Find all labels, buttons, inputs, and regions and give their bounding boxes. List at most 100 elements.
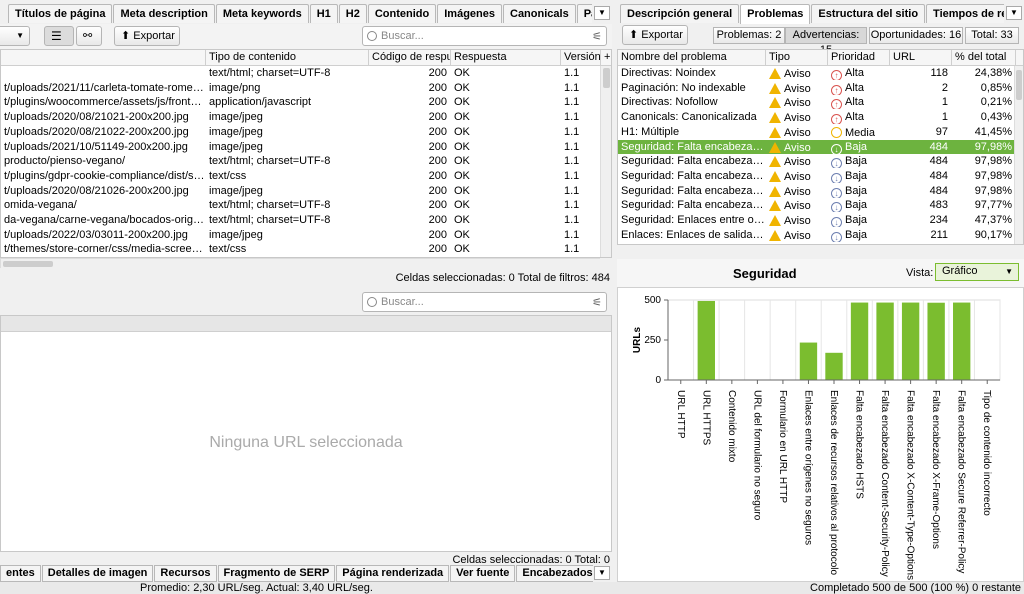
filter-settings-icon[interactable]: ⚟ (592, 30, 602, 43)
tab-right-2[interactable]: Estructura del sitio (811, 4, 926, 23)
tab-left-6[interactable]: Imágenes (437, 4, 502, 23)
table-row[interactable]: producto/pienso-vegano/text/html; charse… (1, 154, 611, 169)
tab-left-1[interactable]: Meta description (113, 4, 215, 23)
cell-resp: OK (454, 243, 470, 256)
table-row[interactable]: t/plugins/woocommerce/assets/js/frontend… (1, 95, 611, 110)
filter-settings-icon[interactable]: ⚟ (592, 296, 602, 309)
cell-code: 200 (428, 140, 447, 153)
issue-row[interactable]: Seguridad: Falta encabezado X... Aviso ↓Ba… (618, 169, 1023, 184)
issues-export-button[interactable]: ⬆ Exportar (622, 25, 688, 45)
filter-dropdown[interactable]: ▼ (0, 26, 30, 46)
col-status-code[interactable]: Código de respu... (369, 50, 451, 66)
table-row[interactable]: t/uploads/2020/08/21026-200x200.jpg image… (1, 184, 611, 199)
table-row[interactable]: t/uploads/2020/08/21021-200x200.jpg image… (1, 110, 611, 125)
tab-left-0[interactable]: Títulos de página (8, 4, 113, 23)
issue-row[interactable]: Directivas: Noindex Aviso ↑ Alta 118 24,38% (618, 66, 1023, 81)
right-tabs-overflow-button[interactable]: ▼ (1006, 6, 1022, 20)
bar (901, 302, 920, 380)
cell-type: application/javascript (209, 96, 312, 109)
tab-right-0[interactable]: Descripción general (620, 4, 740, 23)
issue-row[interactable]: Seguridad: Falta encabezado S... Aviso ↓Ba… (618, 184, 1023, 199)
issue-type: Aviso (766, 140, 828, 155)
col-response[interactable]: Respuesta (451, 50, 561, 66)
tab-left-3[interactable]: H1 (309, 4, 338, 23)
issues-table-vscroll[interactable] (1014, 66, 1023, 244)
col-issue-percent[interactable]: % del total (952, 50, 1016, 66)
table-row[interactable]: t/plugins/gdpr-cookie-compliance/dist/st… (1, 169, 611, 184)
tab-left-2[interactable]: Meta keywords (215, 4, 309, 23)
issue-name: H1: Múltiple (621, 125, 680, 138)
col-version[interactable]: Versión (561, 50, 601, 66)
table-row[interactable]: t/uploads/2021/11/carleta-tomate-romero-… (1, 81, 611, 96)
x-tick-label: Contenido mixto (726, 390, 737, 463)
cell-code: 200 (428, 243, 447, 256)
cell-type: image/jpeg (209, 111, 263, 124)
table-row[interactable]: t/uploads/2020/08/21022-200x200.jpg image… (1, 125, 611, 140)
priority-medium-icon (831, 126, 842, 138)
issue-row[interactable]: Seguridad: Falta encabezado C... Aviso ↓Ba… (618, 154, 1023, 169)
export-button[interactable]: ⬆ Exportar (114, 26, 180, 46)
tab-bottom-0[interactable]: entes (0, 565, 41, 582)
col-issue-type[interactable]: Tipo (766, 50, 828, 66)
issue-type-label: Aviso (784, 82, 811, 95)
priority-low-icon: ↓ (831, 158, 842, 169)
issue-row[interactable]: Paginación: No indexable Aviso ↑ Alta 2 0,85% (618, 81, 1023, 96)
issue-row[interactable]: Seguridad: Falta encabezado ... Aviso ↓ Baj… (618, 139, 1023, 155)
issues-table-header: Nombre del problema Tipo Prioridad URL %… (618, 50, 1023, 66)
issues-filter-2[interactable]: Oportunidades: 16 (869, 27, 963, 44)
tab-bottom-6[interactable]: Encabezados HTTP (516, 565, 593, 582)
add-column-icon[interactable]: + (601, 50, 611, 66)
tab-bottom-5[interactable]: Ver fuente (450, 565, 516, 582)
list-view-button[interactable]: ☰ (44, 26, 74, 46)
issue-type: Aviso (766, 81, 828, 96)
issue-priority-label: Alta (845, 96, 864, 109)
table-row[interactable]: t/themes/store-corner/css/media-screen.c… (1, 242, 611, 257)
bottom-tabs-overflow-button[interactable]: ▼ (594, 566, 610, 580)
issue-row[interactable]: Seguridad: Enlaces entre oríge... Aviso ↓ B… (618, 213, 1023, 228)
tab-bottom-4[interactable]: Página renderizada (336, 565, 450, 582)
table-row[interactable]: t/uploads/2022/03/03011-200x200.jpg image… (1, 228, 611, 243)
url-table-vscroll[interactable] (600, 66, 611, 257)
tree-view-button[interactable]: ⚯ (76, 26, 102, 46)
search-box[interactable]: Buscar... ⚟ (362, 26, 607, 46)
col-content-type[interactable]: Tipo de contenido (206, 50, 369, 66)
issue-row[interactable]: Canonicals: Canonicalizada Aviso ↑ Alta 1 0,4… (618, 110, 1023, 125)
tab-right-3[interactable]: Tiempos de respuesta (926, 4, 1004, 23)
issue-row[interactable]: Directivas: Nofollow Aviso ↑ Alta 1 0,21% (618, 95, 1023, 110)
view-select[interactable]: Gráfico ▼ (935, 263, 1019, 281)
tab-left-5[interactable]: Contenido (367, 4, 437, 23)
tab-left-7[interactable]: Canonicals (503, 4, 576, 23)
issue-priority-label: Alta (845, 81, 864, 94)
detail-search-box[interactable]: Buscar... ⚟ (362, 292, 607, 312)
chart-panel-header: Seguridad Vista: Gráfico ▼ (617, 259, 1024, 287)
table-row[interactable]: t/uploads/2021/10/51149-200x200.jpg image… (1, 140, 611, 155)
col-issue-name[interactable]: Nombre del problema (618, 50, 766, 66)
col-issue-priority[interactable]: Prioridad (828, 50, 890, 66)
table-row[interactable]: text/html; charset=UTF-8 200 OK 1.1 (1, 66, 611, 81)
x-tick-label: Falta encabezado X-Frame-Options (930, 390, 941, 549)
tab-right-1[interactable]: Problemas (740, 4, 811, 24)
tab-left-4[interactable]: H2 (338, 4, 367, 23)
tab-bottom-1[interactable]: Detalles de imagen (41, 565, 154, 582)
cell-code: 200 (428, 155, 447, 168)
issues-filter-1[interactable]: Advertencias: 15 (785, 27, 867, 56)
tab-bottom-2[interactable]: Recursos (154, 565, 217, 582)
issue-row[interactable]: H1: Múltiple Aviso Media 97 41,45% (618, 125, 1023, 140)
left-tabs-overflow-button[interactable]: ▼ (594, 6, 610, 20)
issues-filter-3[interactable]: Total: 33 (965, 27, 1019, 44)
x-tick-label: Falta encabezado Secure Referrer-Policy (956, 390, 967, 573)
tab-bottom-3[interactable]: Fragmento de SERP (217, 565, 336, 582)
table-row[interactable]: da-vegana/carne-vegana/bocados-originale… (1, 213, 611, 228)
issues-filter-0[interactable]: Problemas: 2 (713, 27, 785, 44)
col-address[interactable] (1, 50, 206, 66)
url-table-hscroll[interactable] (0, 258, 600, 268)
issue-priority-label: Baja (845, 214, 868, 226)
tab-left-8[interactable]: Paginación (576, 4, 592, 23)
issue-percent: 47,37% (974, 214, 1012, 226)
cell-code: 200 (428, 67, 447, 79)
issue-row[interactable]: Seguridad: Falta encabezado X... Aviso ↓Ba… (618, 198, 1023, 213)
issue-priority-label: Baja (845, 228, 868, 241)
col-issue-urls[interactable]: URL (890, 50, 952, 66)
issue-row[interactable]: Enlaces: Enlaces de salida Nof... Aviso ↓ B… (618, 228, 1023, 243)
table-row[interactable]: omida-vegana/text/html; charset=UTF-8 200… (1, 198, 611, 213)
